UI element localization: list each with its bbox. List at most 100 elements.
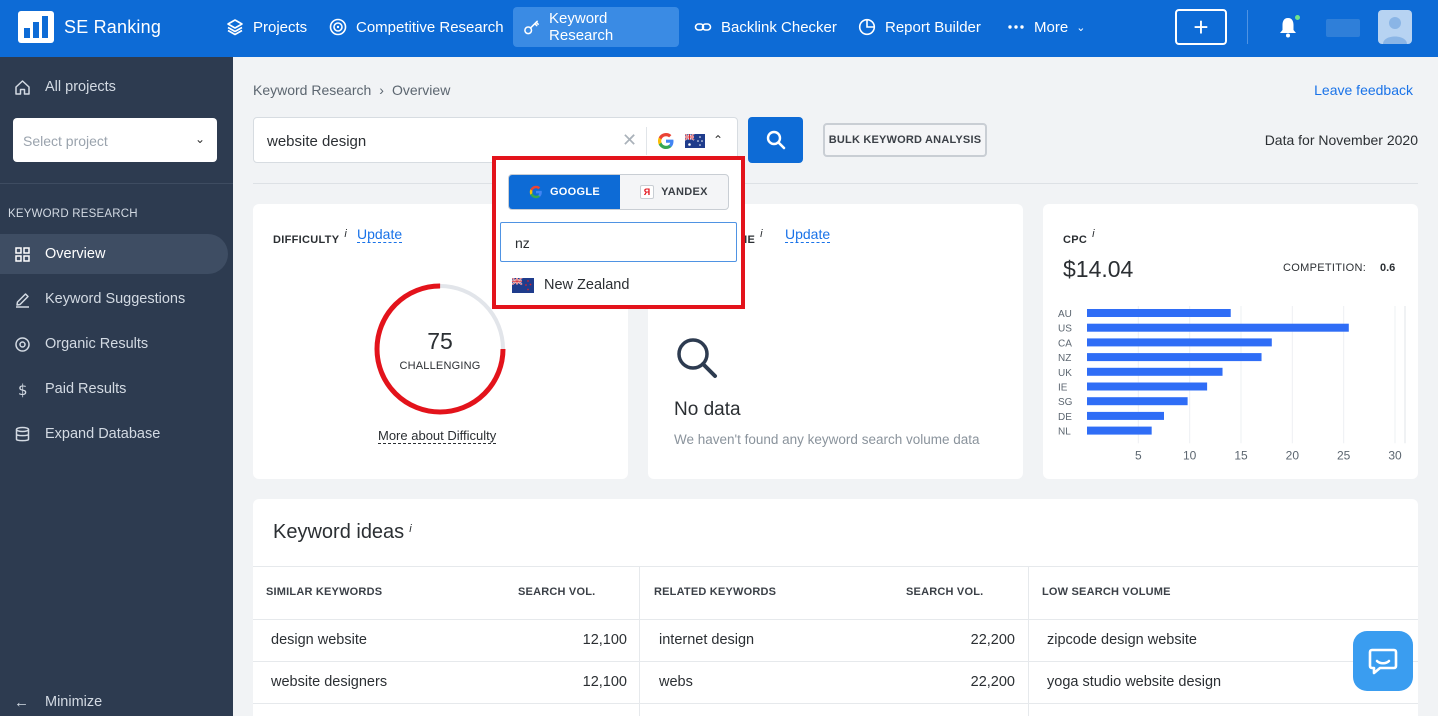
related-keyword[interactable]: webs	[659, 674, 693, 690]
engine-country-dropdown: GOOGLE Я YANDEX nz New Zealand	[492, 156, 745, 309]
google-icon[interactable]	[657, 132, 675, 150]
difficulty-level: CHALLENGING	[399, 360, 481, 372]
sidebar-item-all-projects[interactable]: All projects	[0, 67, 228, 107]
chart-bar-us[interactable]	[1087, 323, 1349, 332]
similar-keywords-header[interactable]: SIMILAR KEYWORDS	[266, 586, 382, 638]
keyword-ideas-title: Keyword ideas i	[273, 521, 412, 544]
low-search-volume-header[interactable]: LOW SEARCH VOLUME	[1042, 586, 1171, 638]
chevron-up-icon[interactable]: ⌃	[713, 133, 723, 147]
chart-bar-sg[interactable]	[1087, 397, 1188, 406]
sidebar-item-organic-results[interactable]: Organic Results	[0, 324, 228, 364]
grid-icon	[15, 246, 30, 262]
search-button[interactable]	[748, 117, 803, 163]
content-divider	[253, 183, 1418, 184]
sidebar-item-keyword-suggestions[interactable]: Keyword Suggestions	[0, 279, 228, 319]
related-keywords-header[interactable]: RELATED KEYWORDS	[654, 586, 776, 638]
notification-dot	[1294, 14, 1301, 21]
brand-name[interactable]: SE Ranking	[64, 17, 161, 38]
nav-projects[interactable]: Projects	[216, 7, 317, 47]
breadcrumb-overview: Overview	[391, 82, 451, 98]
chevron-right-icon: ›	[379, 82, 384, 98]
difficulty-update-link[interactable]: Update	[357, 226, 403, 243]
country-option-new-zealand[interactable]: New Zealand	[512, 272, 629, 298]
chevron-down-icon: ⌄	[1076, 21, 1086, 34]
chart-bar-ie[interactable]	[1087, 382, 1208, 391]
chart-x-tick-label: 5	[1135, 448, 1142, 462]
sidebar-item-label: Paid Results	[45, 381, 127, 397]
sidebar-divider	[0, 183, 233, 184]
sidebar-item-expand-database[interactable]: Expand Database	[0, 414, 228, 454]
chart-bar-au[interactable]	[1087, 309, 1231, 317]
table-border	[253, 566, 1418, 567]
similar-search-vol-header[interactable]: SEARCH VOL.	[518, 586, 595, 638]
tab-google[interactable]: GOOGLE	[509, 175, 620, 209]
chat-icon	[1368, 648, 1398, 675]
nav-competitive-research[interactable]: Competitive Research	[319, 7, 514, 47]
keyword-ideas-card: Keyword ideas i SIMILAR KEYWORDS SEARCH V…	[253, 499, 1418, 716]
nav-more-label: More	[1034, 18, 1069, 36]
column-divider	[1028, 566, 1029, 716]
nav-backlink-checker[interactable]: Backlink Checker	[684, 7, 847, 47]
nav-report-builder[interactable]: Report Builder	[848, 7, 991, 47]
sidebar-section-title: KEYWORD RESEARCH	[8, 208, 138, 220]
chart-bar-ca[interactable]	[1087, 338, 1272, 347]
volume-update-link[interactable]: Update	[785, 226, 831, 243]
similar-keyword-volume: 12,100	[582, 674, 627, 690]
sidebar: All projects Select project ⌄ KEYWORD RE…	[0, 57, 233, 716]
nav-keyword-research[interactable]: Keyword Research	[513, 7, 679, 47]
chat-support-button[interactable]	[1353, 631, 1413, 691]
cpc-value: $14.04	[1063, 256, 1134, 282]
chart-category-label: UK	[1058, 368, 1072, 379]
info-icon[interactable]: i	[409, 523, 411, 535]
similar-keyword[interactable]: design website	[271, 632, 367, 648]
chart-category-label: AU	[1058, 309, 1072, 320]
bulk-keyword-analysis-button[interactable]: BULK KEYWORD ANALYSIS	[823, 123, 987, 157]
nav-more[interactable]: More ⌄	[997, 7, 1095, 47]
chart-bar-uk[interactable]	[1087, 367, 1223, 376]
se-ranking-logo[interactable]	[18, 11, 54, 43]
add-button[interactable]: +	[1175, 9, 1227, 45]
sidebar-item-overview[interactable]: Overview	[0, 234, 228, 274]
avatar[interactable]	[1378, 10, 1412, 44]
chart-category-label: US	[1058, 324, 1072, 335]
chart-bar-nl[interactable]	[1087, 426, 1152, 435]
chart-bar-de[interactable]	[1087, 411, 1164, 420]
chart-bar-nz[interactable]	[1087, 353, 1262, 362]
keyword-ideas-title-text: Keyword ideas	[273, 521, 405, 543]
magnifier-icon	[677, 338, 717, 378]
australia-flag-icon[interactable]	[685, 134, 705, 148]
info-icon[interactable]: i	[344, 228, 347, 240]
related-search-vol-header[interactable]: SEARCH VOL.	[906, 586, 983, 638]
leave-feedback-link[interactable]: Leave feedback	[1314, 82, 1413, 98]
difficulty-label-text: DIFFICULTY	[273, 234, 340, 246]
google-icon	[529, 185, 542, 199]
low-volume-keyword[interactable]: zipcode design website	[1047, 632, 1197, 648]
sidebar-item-paid-results[interactable]: $ Paid Results	[0, 369, 228, 409]
tab-yandex[interactable]: Я YANDEX	[620, 175, 728, 209]
chart-x-tick-label: 15	[1234, 448, 1248, 462]
country-search-input[interactable]: nz	[500, 222, 737, 262]
search-divider	[646, 127, 647, 155]
cpc-by-country-chart: 5 10 15 20 25 30 AU US CA NZ UK IE SG DE NL	[1058, 306, 1406, 462]
info-icon[interactable]: i	[760, 228, 763, 240]
table-border	[253, 703, 1418, 704]
info-icon[interactable]: i	[1092, 228, 1095, 240]
select-project-dropdown[interactable]: Select project ⌄	[13, 118, 217, 162]
keyword-search-input[interactable]: website design	[267, 133, 366, 150]
related-keyword[interactable]: internet design	[659, 632, 754, 648]
similar-keyword[interactable]: website designers	[271, 674, 387, 690]
related-keyword-volume: 22,200	[970, 674, 1015, 690]
tab-yandex-label: YANDEX	[661, 186, 708, 198]
cpc-label: CPC i	[1063, 228, 1095, 246]
data-date-label: Data for November 2020	[1264, 132, 1418, 148]
clear-icon[interactable]: ✕	[622, 130, 637, 151]
more-about-difficulty-link[interactable]: More about Difficulty	[378, 428, 497, 444]
sidebar-minimize[interactable]: ← Minimize	[0, 682, 228, 716]
sidebar-item-label: Expand Database	[45, 426, 161, 442]
breadcrumb-keyword-research[interactable]: Keyword Research	[253, 82, 371, 98]
account-info[interactable]	[1326, 19, 1360, 37]
low-volume-keyword[interactable]: yoga studio website design	[1047, 674, 1221, 690]
nav-report-builder-label: Report Builder	[885, 18, 981, 36]
yandex-icon: Я	[640, 185, 655, 199]
nav-backlink-checker-label: Backlink Checker	[721, 18, 837, 36]
